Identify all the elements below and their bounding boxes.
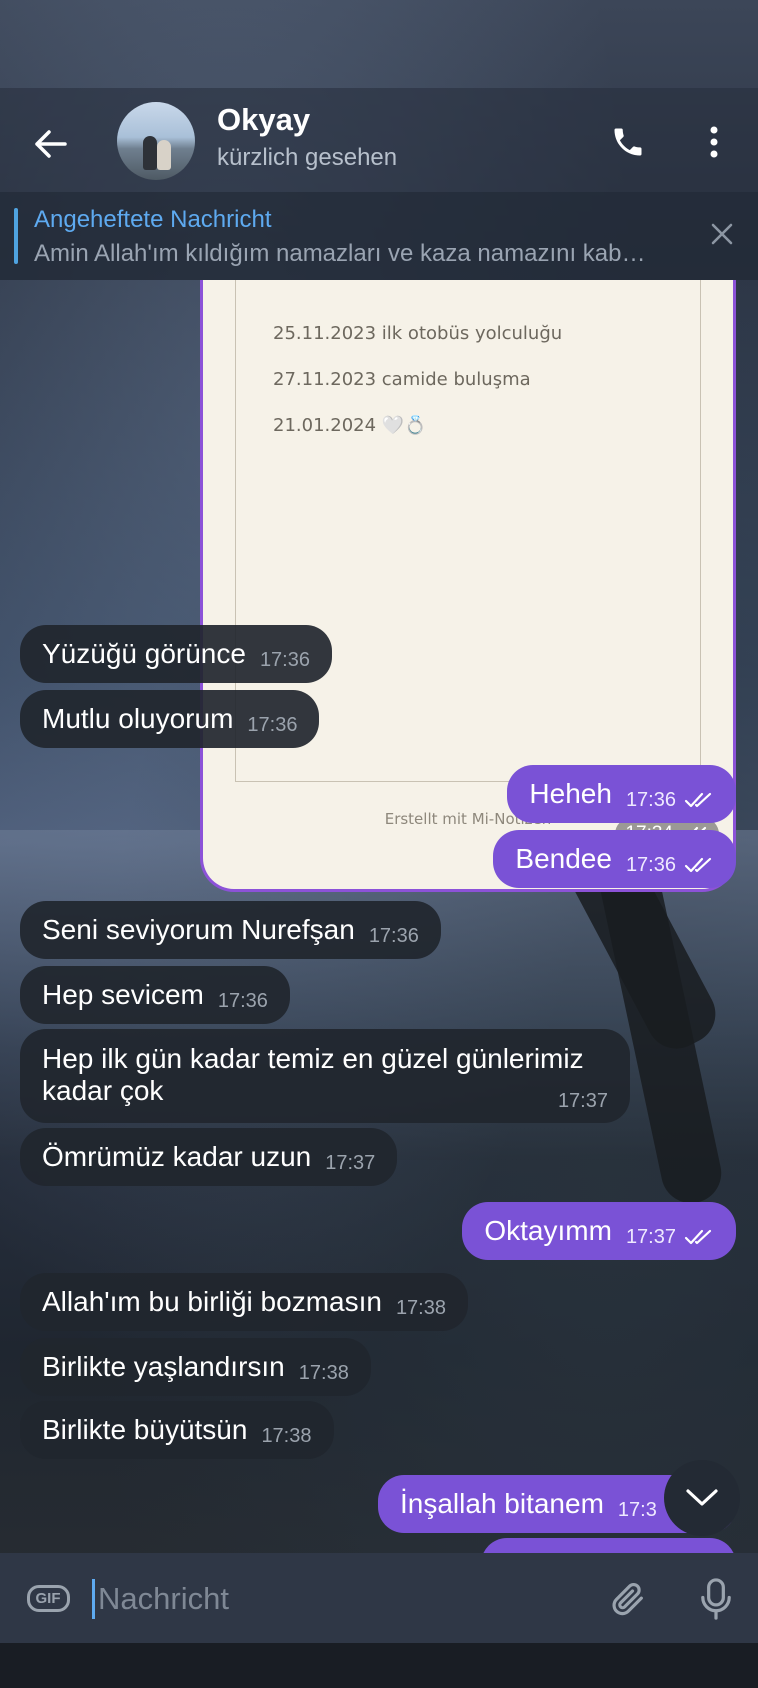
avatar[interactable]: [117, 102, 195, 180]
message-time: 17:36: [625, 788, 676, 811]
close-icon: [711, 223, 733, 245]
message-time: 17:38: [298, 1361, 349, 1384]
message-bubble-incoming[interactable]: Hep sevicem 17:36: [20, 966, 290, 1024]
double-check-icon: [684, 1229, 714, 1245]
message-time: 17:38: [395, 1296, 446, 1319]
attach-button[interactable]: [602, 1573, 654, 1625]
message-time: 17:36: [259, 648, 310, 671]
gif-button[interactable]: GIF: [24, 1577, 72, 1619]
message-bubble-outgoing[interactable]: Oktayımm 17:37: [462, 1202, 736, 1260]
message-text: Birlikte yaşlandırsın: [42, 1351, 285, 1382]
back-button[interactable]: [22, 116, 78, 172]
double-check-icon: [684, 857, 714, 873]
text-cursor: [92, 1579, 95, 1619]
unpin-button[interactable]: [700, 212, 744, 256]
message-text: Bendee: [515, 843, 612, 874]
status-bar: [0, 0, 758, 88]
message-bubble-incoming[interactable]: Birlikte yaşlandırsın 17:38: [20, 1338, 371, 1396]
message-text: Yüzüğü görünce: [42, 638, 246, 669]
message-list[interactable]: 25.11.2023 ilk otobüs yolculuğu 27.11.20…: [0, 280, 758, 1553]
pinned-text: Amin Allah'ım kıldığım namazları ve kaza…: [34, 240, 646, 267]
pinned-indicator: [14, 208, 18, 264]
message-time: 17:37: [325, 1151, 376, 1174]
avatar-person: [157, 140, 171, 170]
message-bubble-incoming[interactable]: Mutlu oluyorum 17:36: [20, 690, 320, 748]
double-check-icon: [684, 792, 714, 808]
call-button[interactable]: [600, 114, 656, 170]
scroll-to-bottom-button[interactable]: [664, 1460, 740, 1536]
note-line: 21.01.2024 🤍💍: [273, 415, 427, 436]
more-vertical-icon: [710, 126, 718, 158]
message-time: 17:36: [625, 853, 676, 876]
message-text: İnşallah bitanem: [400, 1488, 604, 1519]
system-navigation-bar: [0, 1643, 758, 1688]
message-text: Hep ilk gün kadar temiz en güzel günleri…: [42, 1043, 584, 1106]
message-time: 17:37: [557, 1090, 608, 1112]
message-text: Heheh: [529, 778, 612, 809]
message-text: Allah'ım bu birliği bozmasın: [42, 1286, 382, 1317]
avatar-person: [143, 136, 157, 170]
message-time: 17:36: [217, 989, 268, 1012]
phone-icon: [614, 128, 642, 156]
gif-icon: GIF: [26, 1584, 70, 1612]
message-bubble-incoming[interactable]: Seni seviyorum Nurefşan 17:36: [20, 901, 441, 959]
paperclip-icon: [612, 1582, 643, 1616]
more-menu-button[interactable]: [686, 114, 742, 170]
chat-header: Okyay kürzlich gesehen: [0, 88, 758, 192]
message-text: Seni seviyorum Nurefşan: [42, 914, 355, 945]
contact-name[interactable]: Okyay: [217, 102, 310, 138]
message-time: 17:36: [368, 924, 419, 947]
message-bubble-incoming[interactable]: Hep ilk gün kadar temiz en güzel günleri…: [20, 1029, 630, 1123]
message-time: 17:37: [625, 1225, 676, 1248]
message-text: Birlikte büyütsün: [42, 1414, 248, 1445]
message-bubble-incoming[interactable]: Allah'ım bu birliği bozmasın 17:38: [20, 1273, 468, 1331]
message-bubble-outgoing[interactable]: Heheh 17:36: [507, 765, 736, 823]
note-line: 25.11.2023 ilk otobüs yolculuğu: [273, 323, 563, 344]
message-bubble-incoming[interactable]: Birlikte büyütsün 17:38: [20, 1401, 334, 1459]
message-bubble-incoming[interactable]: Ömrümüz kadar uzun 17:37: [20, 1128, 398, 1186]
message-time: 17:3: [617, 1498, 657, 1521]
message-bubble-outgoing[interactable]: [481, 1538, 736, 1553]
message-bubble-incoming[interactable]: Yüzüğü görünce 17:36: [20, 625, 332, 683]
arrow-left-icon: [35, 130, 67, 158]
message-text: Hep sevicem: [42, 979, 204, 1010]
pinned-message-bar[interactable]: Angeheftete Nachricht Amin Allah'ım kıld…: [0, 192, 758, 280]
pinned-title: Angeheftete Nachricht: [34, 206, 272, 233]
voice-record-button[interactable]: [690, 1573, 742, 1625]
message-input[interactable]: [96, 1575, 580, 1623]
message-time: 17:38: [261, 1424, 312, 1447]
message-bubble-outgoing[interactable]: Bendee 17:36: [493, 830, 736, 888]
message-text: Mutlu oluyorum: [42, 703, 234, 734]
message-composer: GIF: [0, 1553, 758, 1643]
contact-status: kürzlich gesehen: [217, 144, 398, 171]
message-text: Oktayımm: [484, 1215, 612, 1246]
message-text: Ömrümüz kadar uzun: [42, 1141, 312, 1172]
chevron-down-icon: [686, 1489, 718, 1506]
note-line: 27.11.2023 camide buluşma: [273, 369, 531, 390]
message-time: 17:36: [247, 713, 298, 736]
microphone-icon: [701, 1578, 731, 1620]
